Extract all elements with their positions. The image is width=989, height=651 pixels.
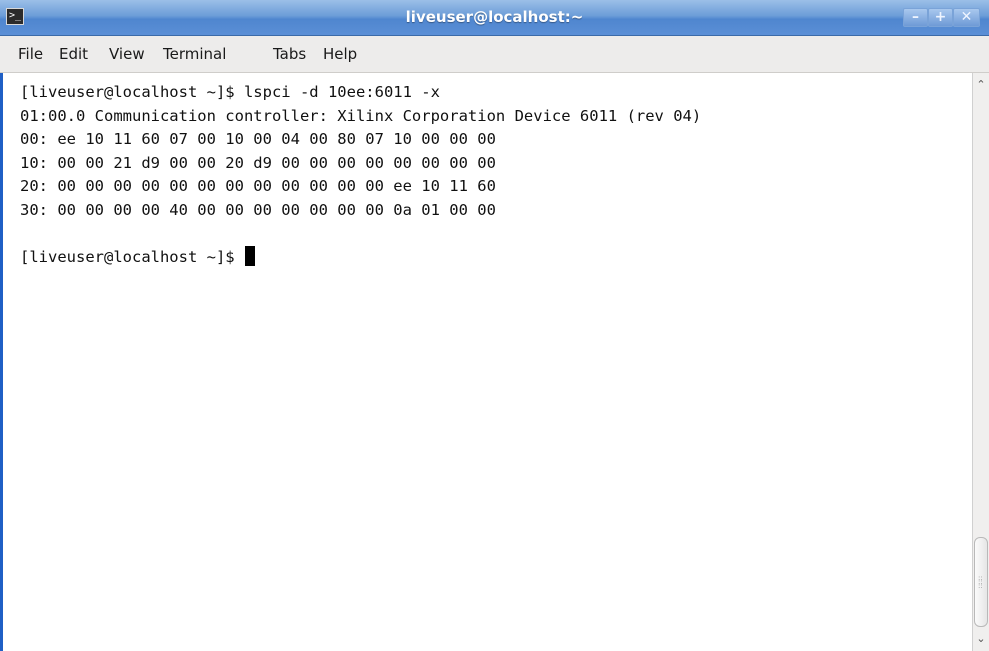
scroll-down-icon[interactable]: ⌄ xyxy=(975,633,987,645)
terminal-line-device: 01:00.0 Communication controller: Xilinx… xyxy=(20,106,702,125)
terminal-output[interactable]: [liveuser@localhost ~]$ lspci -d 10ee:60… xyxy=(0,73,972,651)
terminal-line-hex-10: 10: 00 00 21 d9 00 00 20 d9 00 00 00 00 … xyxy=(20,153,496,172)
menu-terminal[interactable]: Terminal xyxy=(163,36,226,72)
terminal-line-command: [liveuser@localhost ~]$ lspci -d 10ee:60… xyxy=(20,83,440,101)
terminal-window: >_ liveuser@localhost:~ – + ✕ File Edit … xyxy=(0,0,989,651)
terminal-line-hex-30: 30: 00 00 00 00 40 00 00 00 00 00 00 00 … xyxy=(20,200,496,219)
minimize-button[interactable]: – xyxy=(903,8,928,27)
menu-view[interactable]: View xyxy=(109,36,145,72)
close-button[interactable]: ✕ xyxy=(953,8,980,27)
menu-edit[interactable]: Edit xyxy=(59,36,88,72)
menu-tabs[interactable]: Tabs xyxy=(273,36,306,72)
scrollbar-thumb[interactable]: :::::: xyxy=(974,537,988,627)
grip-icon: :::::: xyxy=(978,574,983,590)
window-title: liveuser@localhost:~ xyxy=(405,8,584,26)
menu-bar: File Edit View Terminal Tabs Help xyxy=(0,36,989,73)
terminal-line-hex-00: 00: ee 10 11 60 07 00 10 00 04 00 80 07 … xyxy=(20,130,496,148)
title-bar[interactable]: >_ liveuser@localhost:~ – + ✕ xyxy=(0,0,989,36)
scroll-up-icon[interactable]: ⌃ xyxy=(975,79,987,91)
terminal-prompt-line: [liveuser@localhost ~]$ xyxy=(20,245,701,270)
terminal-line-hex-20: 20: 00 00 00 00 00 00 00 00 00 00 00 00 … xyxy=(20,177,496,195)
menu-help[interactable]: Help xyxy=(323,36,357,72)
text-cursor xyxy=(244,245,255,266)
menu-file[interactable]: File xyxy=(18,36,43,72)
maximize-button[interactable]: + xyxy=(928,8,953,27)
terminal-prompt: [liveuser@localhost ~]$ xyxy=(20,247,235,266)
vertical-scrollbar[interactable]: ⌃ :::::: ⌄ xyxy=(972,73,989,651)
terminal-lines: [liveuser@localhost ~]$ lspci -d 10ee:60… xyxy=(20,81,701,269)
